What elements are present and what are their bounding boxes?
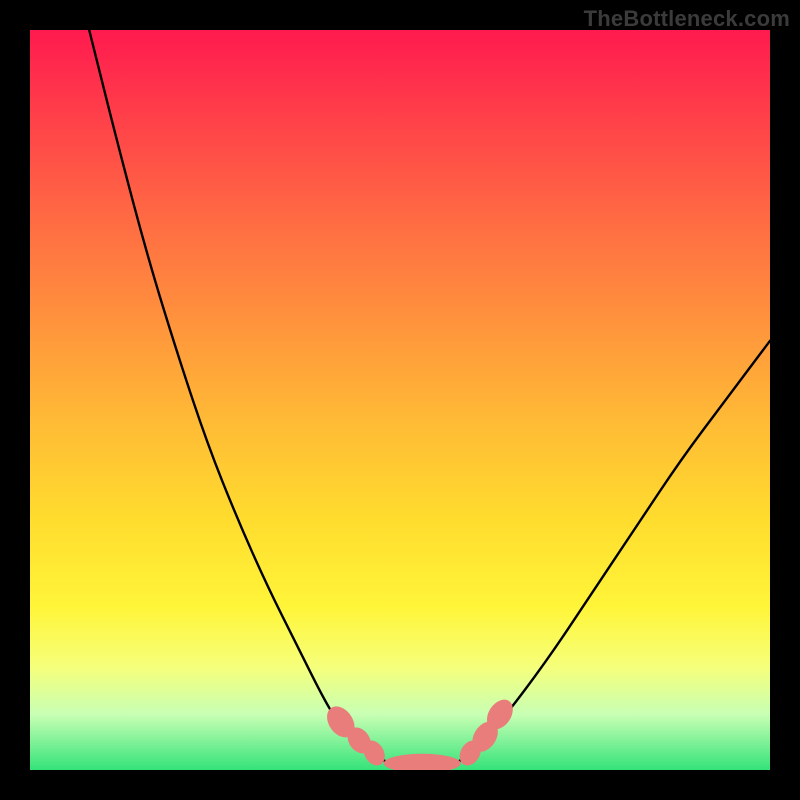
left-curve-path bbox=[89, 30, 385, 761]
curve-layer bbox=[30, 30, 770, 770]
outer-frame: TheBottleneck.com bbox=[0, 0, 800, 800]
marker-layer bbox=[321, 695, 518, 770]
right-curve-path bbox=[459, 341, 770, 761]
watermark-text: TheBottleneck.com bbox=[584, 6, 790, 32]
floor-pill bbox=[384, 754, 461, 770]
plot-area bbox=[30, 30, 770, 770]
